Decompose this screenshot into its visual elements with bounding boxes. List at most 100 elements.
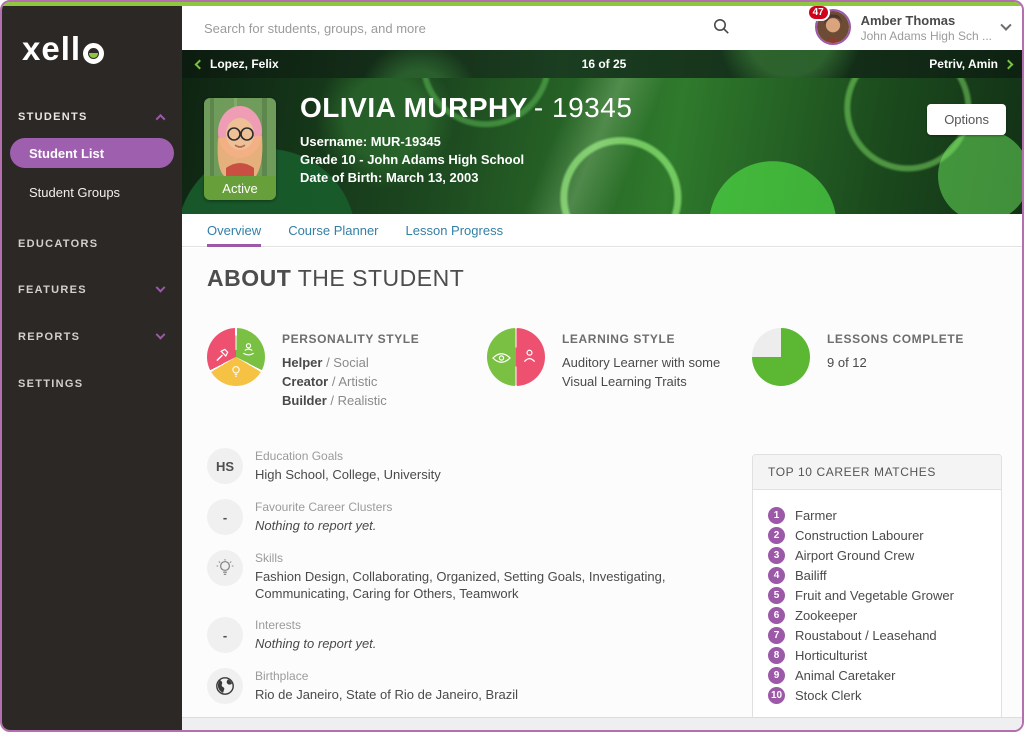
chevron-right-icon [1004,59,1014,69]
stat-heading: LEARNING STYLE [562,332,752,346]
stat-line: Helper / Social [282,353,419,372]
row-label: Interests [255,618,376,632]
app-window: xell STUDENTS Student List Student Group… [0,0,1024,732]
sidebar-section-students[interactable]: STUDENTS [2,108,182,126]
search-icon[interactable] [712,17,730,40]
row-value: Nothing to report yet. [255,517,392,534]
user-school: John Adams High Sch ... [861,29,992,44]
rank-badge: 6 [768,607,785,624]
user-menu[interactable]: 47 Amber Thomas John Adams High Sch ... [811,9,1024,47]
rank-badge: 7 [768,627,785,644]
brand-top-strip [2,2,1022,6]
career-item[interactable]: 4Bailiff [768,565,1001,585]
row-value: Rio de Janeiro, State of Rio de Janeiro,… [255,686,518,703]
notification-badge[interactable]: 47 [807,4,830,21]
career-item[interactable]: 5Fruit and Vegetable Grower [768,585,1001,605]
rank-badge: 10 [768,687,785,704]
stat-line: 9 of 12 [827,353,964,372]
sidebar-section-reports[interactable]: REPORTS [2,328,182,346]
profile-list: HS Education Goals High School, College,… [207,448,752,719]
personality-text: PERSONALITY STYLE Helper / Social Creato… [282,328,419,410]
rank-badge: 9 [768,667,785,684]
tab-lesson-progress[interactable]: Lesson Progress [406,214,504,246]
next-section-edge [182,717,1024,730]
stat-heading: PERSONALITY STYLE [282,332,419,346]
career-matches-panel: TOP 10 CAREER MATCHES 1Farmer 2Construct… [752,454,1002,720]
career-item[interactable]: 10Stock Clerk [768,685,1001,705]
lessons-text: LESSONS COMPLETE 9 of 12 [827,328,964,410]
career-item[interactable]: 7Roustabout / Leasehand [768,625,1001,645]
lessons-pie-chart [752,328,810,386]
prev-student-button[interactable]: Lopez, Felix [196,57,279,71]
logo-o-icon [83,43,104,64]
student-header: Active OLIVIA MURPHY- 19345 Username: MU… [182,78,1024,214]
sidebar-section-educators[interactable]: EDUCATORS [2,235,182,253]
lightbulb-icon [207,550,243,586]
sidebar-item-student-groups[interactable]: Student Groups [2,185,182,200]
stats-row: PERSONALITY STYLE Helper / Social Creato… [207,328,964,410]
prev-student-name: Lopez, Felix [210,57,279,71]
student-info: OLIVIA MURPHY- 19345 Username: MUR-19345… [300,92,632,187]
career-item[interactable]: 2Construction Labourer [768,525,1001,545]
user-text: Amber Thomas John Adams High Sch ... [861,13,992,44]
student-id: - 19345 [534,92,632,123]
student-name: OLIVIA MURPHY [300,92,528,123]
lessons-complete-stat: LESSONS COMPLETE 9 of 12 [752,328,964,410]
career-item[interactable]: 3Airport Ground Crew [768,545,1001,565]
sidebar-section-label: SETTINGS [18,378,83,390]
stat-line: Builder / Realistic [282,391,419,410]
next-student-button[interactable]: Petriv, Amin [929,57,1012,71]
sidebar-item-label: Student Groups [29,185,120,200]
student-counter: 16 of 25 [582,57,627,71]
sidebar-section-label: FEATURES [18,284,87,296]
student-photo [204,98,276,176]
status-badge: Active [204,176,276,200]
search-input[interactable] [204,21,712,36]
row-value: Nothing to report yet. [255,635,376,652]
interests-row: - Interests Nothing to report yet. [207,617,752,653]
user-name: Amber Thomas [861,13,992,29]
stat-line: Creator / Artistic [282,372,419,391]
career-clusters-row: - Favourite Career Clusters Nothing to r… [207,499,752,535]
sidebar-item-student-list[interactable]: Student List [10,138,174,168]
career-item[interactable]: 9Animal Caretaker [768,665,1001,685]
rank-badge: 3 [768,547,785,564]
chevron-down-icon[interactable] [1000,20,1011,31]
career-item[interactable]: 6Zookeeper [768,605,1001,625]
stat-line: Auditory Learner with some Visual Learni… [562,353,752,391]
xello-logo[interactable]: xell [2,6,182,68]
dash-icon: - [207,617,243,653]
row-label: Education Goals [255,449,441,463]
rank-badge: 8 [768,647,785,664]
career-item[interactable]: 1Farmer [768,505,1001,525]
sidebar-section-label: EDUCATORS [18,238,98,250]
options-button[interactable]: Options [927,104,1006,135]
rank-badge: 4 [768,567,785,584]
sidebar-section-features[interactable]: FEATURES [2,281,182,299]
student-dob: Date of Birth: March 13, 2003 [300,169,632,187]
row-value: Fashion Design, Collaborating, Organized… [255,568,752,602]
career-item[interactable]: 8Horticulturist [768,645,1001,665]
eye-icon [492,351,511,369]
tab-overview[interactable]: Overview [207,214,261,246]
person-icon [522,348,537,369]
skills-row: Skills Fashion Design, Collaborating, Or… [207,550,752,602]
chevron-up-icon [156,113,166,123]
rank-badge: 2 [768,527,785,544]
student-grade: Grade 10 - John Adams High School [300,151,632,169]
learning-pie-chart [487,328,545,386]
lightbulb-icon [229,364,243,384]
overview-content: ABOUT THE STUDENT PERSONALITY STYLE Help… [182,248,1024,730]
sidebar-item-label: Student List [29,146,104,161]
personality-style-stat: PERSONALITY STYLE Helper / Social Creato… [207,328,487,410]
tab-course-planner[interactable]: Course Planner [288,214,378,246]
student-name-heading: OLIVIA MURPHY- 19345 [300,92,632,124]
helper-hand-icon [241,342,256,362]
logo-text: xell [22,30,81,68]
student-pager: Lopez, Felix 16 of 25 Petriv, Amin [182,50,1024,78]
sidebar-section-settings[interactable]: SETTINGS [2,375,182,393]
avatar-wrap: 47 [811,9,851,47]
globe-icon [207,668,243,704]
learning-text: LEARNING STYLE Auditory Learner with som… [562,328,752,410]
topbar: 47 Amber Thomas John Adams High Sch ... [182,6,1024,50]
